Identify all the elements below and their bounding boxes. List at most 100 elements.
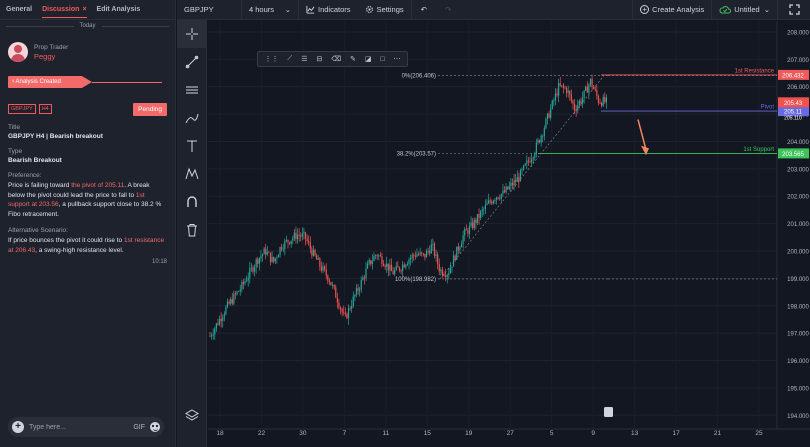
more-icon[interactable]: ⋯ xyxy=(394,55,401,63)
candle-body xyxy=(389,264,391,271)
trader-name[interactable]: Peggy xyxy=(34,52,68,61)
candle-body xyxy=(604,97,606,103)
candle-body xyxy=(570,94,572,101)
candle-body xyxy=(387,263,389,271)
text-tool[interactable] xyxy=(177,132,207,160)
x-tick-label: 13 xyxy=(631,430,639,437)
candle-body xyxy=(395,265,397,271)
candle-body xyxy=(435,254,437,256)
delete-drawings-tool[interactable] xyxy=(177,216,207,244)
candle-body xyxy=(303,232,305,234)
layers-tool[interactable] xyxy=(177,401,207,429)
candle-body xyxy=(214,328,216,335)
y-tick-label: 197.000 xyxy=(787,332,809,338)
candle-body xyxy=(478,214,480,218)
candle-body xyxy=(526,160,528,164)
x-tick-label: 22 xyxy=(258,430,266,437)
candle-body xyxy=(314,249,316,256)
candle-body xyxy=(564,87,566,89)
candle-body xyxy=(556,93,558,96)
candle-body xyxy=(252,267,254,272)
interval-select[interactable]: 4 hours ⌄ xyxy=(242,0,298,20)
candle-body xyxy=(371,260,373,265)
chevron-down-icon: ⌄ xyxy=(763,5,770,14)
magnet-tool[interactable] xyxy=(177,188,207,216)
layout-menu[interactable]: Untitled ⌄ xyxy=(712,0,777,20)
candle-body xyxy=(437,254,439,264)
trend-line-icon xyxy=(185,55,199,69)
close-icon[interactable]: × xyxy=(82,6,86,13)
candle-body xyxy=(488,200,490,204)
x-tick-label: 30 xyxy=(299,430,307,437)
candle-body xyxy=(457,246,459,251)
last-price-label: 205.43 xyxy=(784,101,803,107)
candle-body xyxy=(586,86,588,93)
candle-body xyxy=(209,335,211,337)
indicators-button[interactable]: Indicators xyxy=(299,0,358,20)
eraser-icon[interactable]: ⌫ xyxy=(331,55,341,63)
candle-body xyxy=(567,90,569,93)
candle-body xyxy=(398,267,401,271)
analysis-type: Bearish Breakout xyxy=(8,157,62,164)
trend-line-tool[interactable] xyxy=(177,48,207,76)
candle-body xyxy=(296,234,299,240)
symbol-search[interactable]: GBPJPY xyxy=(177,0,241,20)
brush-icon xyxy=(185,113,199,124)
candle-body xyxy=(440,269,442,272)
timeframe-tag: H4 xyxy=(38,104,52,114)
candle-body xyxy=(421,252,423,254)
chart-canvas[interactable]: 208.000207.000206.000205.000204.000203.0… xyxy=(208,21,810,447)
candle-body xyxy=(452,255,455,267)
candle-body xyxy=(222,317,224,321)
undo-button[interactable]: ↶ xyxy=(412,0,436,20)
candle-body xyxy=(368,260,370,264)
x-tick-label: 11 xyxy=(382,430,389,437)
channel-tool[interactable] xyxy=(177,76,207,104)
add-attachment-button[interactable]: + xyxy=(12,421,24,433)
create-analysis-button[interactable]: + Create Analysis xyxy=(633,0,711,20)
candle-body xyxy=(523,165,525,170)
x-tick-label: 27 xyxy=(507,430,515,437)
candle-body xyxy=(403,264,405,268)
gif-button[interactable]: GIF xyxy=(133,424,145,431)
candle-body xyxy=(343,312,345,314)
candle-body xyxy=(527,160,529,162)
drag-handle-icon[interactable]: ⋮⋮ xyxy=(264,55,278,63)
fullscreen-button[interactable] xyxy=(778,0,810,20)
candle-body xyxy=(244,281,246,284)
emoji-icon[interactable] xyxy=(150,422,160,432)
y-tick-label: 206.000 xyxy=(787,85,809,91)
channel-icon[interactable]: ⊟ xyxy=(316,55,322,63)
candle-body xyxy=(339,307,342,310)
tab-edit-analysis[interactable]: Edit Analysis xyxy=(97,1,141,18)
candle-body xyxy=(464,229,466,236)
candle-body xyxy=(331,284,334,286)
avatar[interactable] xyxy=(8,42,28,62)
pattern-tool[interactable] xyxy=(177,160,207,188)
price-chart[interactable]: 208.000207.000206.000205.000204.000203.0… xyxy=(208,21,810,447)
settings-button[interactable]: Settings xyxy=(358,0,411,20)
candle-body xyxy=(346,313,348,319)
candle-body xyxy=(483,208,485,210)
tab-general[interactable]: General xyxy=(6,1,32,18)
fill-icon[interactable]: ◪ xyxy=(365,55,372,63)
ray-icon[interactable]: ⟋ xyxy=(287,55,292,63)
rectangle-icon[interactable]: □ xyxy=(380,56,384,63)
support-line-name: 1st Support xyxy=(743,147,774,153)
candle-body xyxy=(378,255,380,257)
brush-tool[interactable] xyxy=(177,104,207,132)
chevron-down-icon: ⌄ xyxy=(284,5,291,14)
crosshair-tool[interactable] xyxy=(177,20,207,48)
horizontal-lines-icon[interactable]: ☰ xyxy=(301,55,307,63)
scroll-to-latest-button[interactable] xyxy=(604,407,613,417)
fib-level-label: 0%(206.406) xyxy=(402,74,436,80)
candle-body xyxy=(402,264,404,271)
candle-body xyxy=(425,250,428,258)
redo-button[interactable]: ↷ xyxy=(436,0,460,20)
pen-icon[interactable]: ✎ xyxy=(350,55,356,63)
candle-body xyxy=(325,269,327,276)
tab-discussion[interactable]: Discussion × xyxy=(42,1,87,18)
comment-input[interactable] xyxy=(29,423,115,431)
candle-body xyxy=(218,318,221,325)
candle-body xyxy=(355,288,358,295)
